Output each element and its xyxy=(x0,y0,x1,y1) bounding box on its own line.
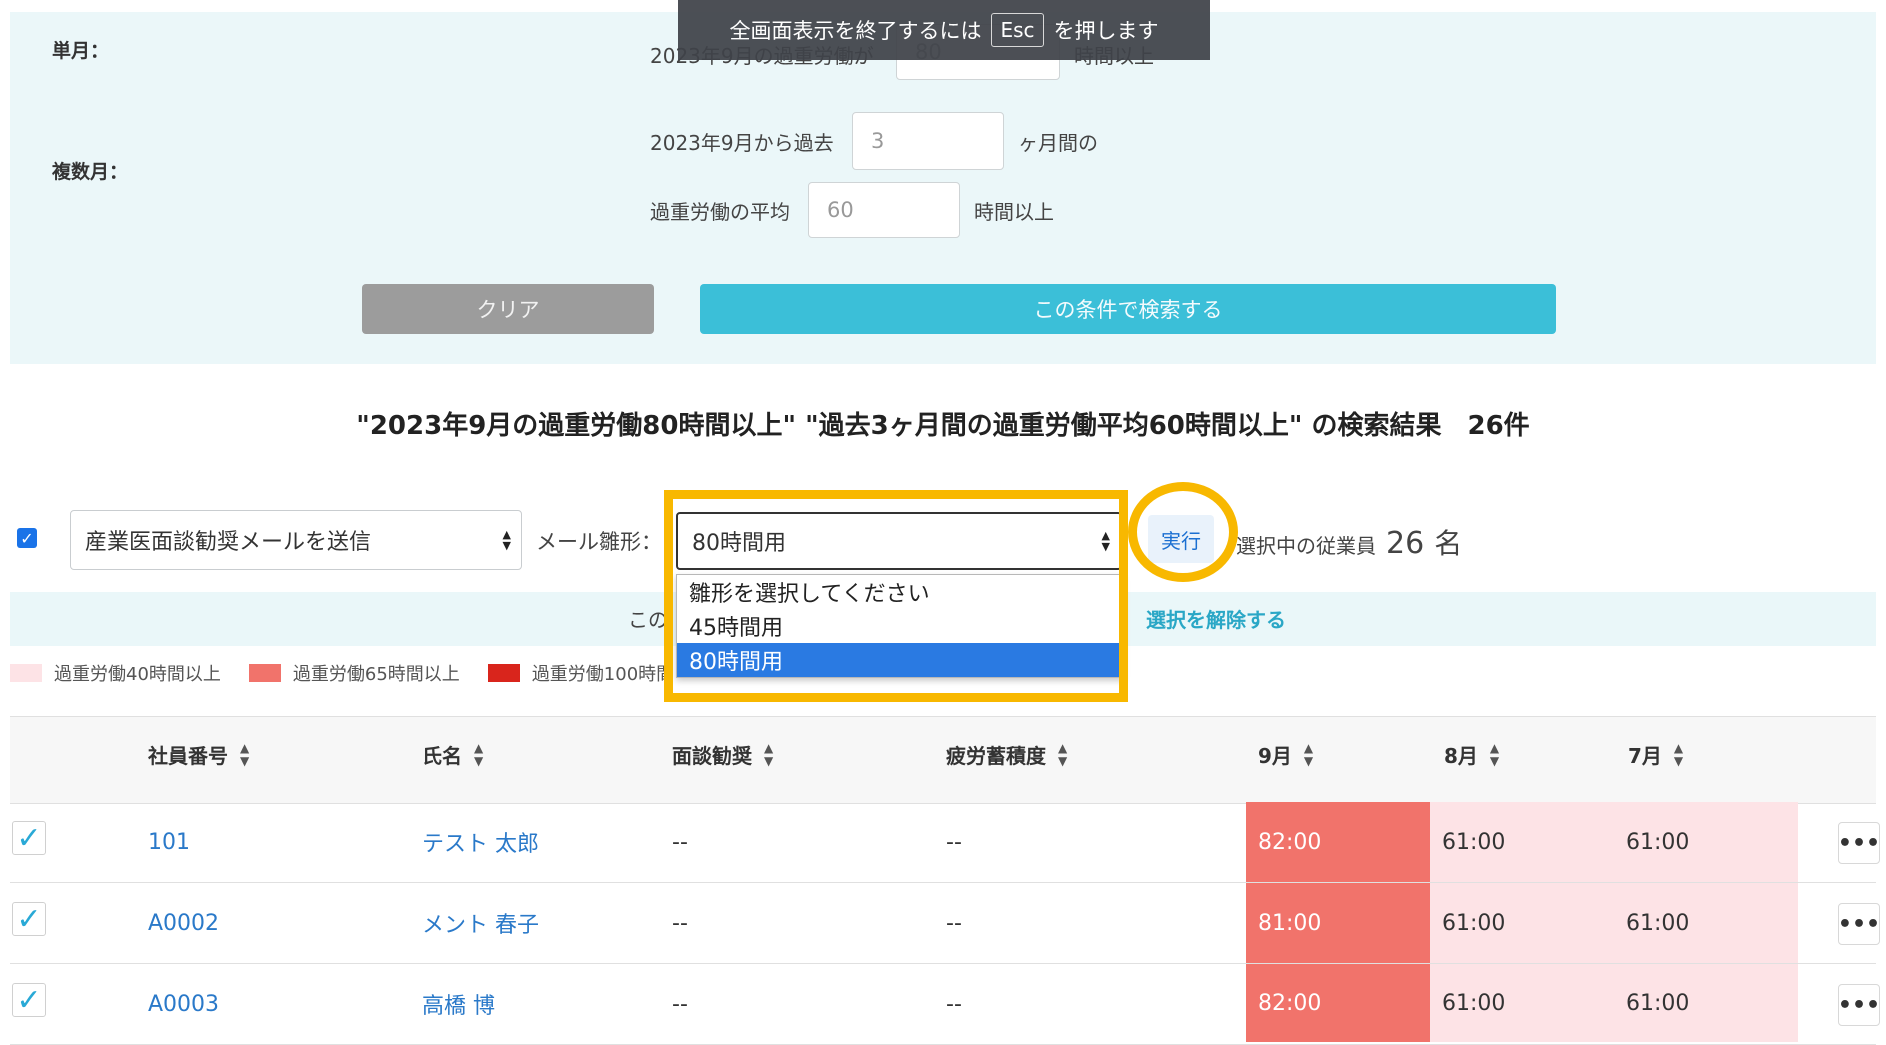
interview-cell: -- xyxy=(672,991,688,1017)
legend-label-65: 過重労働65時間以上 xyxy=(292,664,460,685)
hours-jul-cell: 61:00 xyxy=(1626,829,1690,855)
hours-aug-cell: 61:00 xyxy=(1442,829,1506,855)
single-month-label: 単月： xyxy=(52,40,110,62)
hours-jul-cell: 61:00 xyxy=(1626,910,1690,936)
th-sep-label: 9月 xyxy=(1258,744,1292,768)
search-button[interactable]: この条件で検索する xyxy=(700,284,1556,334)
fatigue-cell: -- xyxy=(946,910,962,936)
check-icon: ✓ xyxy=(16,982,42,1018)
interview-cell: -- xyxy=(672,910,688,936)
row-more-button[interactable]: ••• xyxy=(1838,822,1880,864)
th-name[interactable]: 氏名 ▲ ▼ xyxy=(422,740,483,769)
row-checkbox[interactable]: ✓ xyxy=(12,982,46,1018)
action-select-value: 産業医面談勧奨メールを送信 xyxy=(85,530,372,555)
highlight-circle xyxy=(1128,482,1238,582)
legend-item: 過重労働100時間 xyxy=(487,660,675,686)
hours-sep-cell: 82:00 xyxy=(1246,964,1430,1042)
sort-icon: ▲ ▼ xyxy=(1303,740,1314,768)
sort-icon: ▲ ▼ xyxy=(1673,740,1684,768)
selected-count: 26 xyxy=(1386,526,1425,561)
hours-aug-cell: 61:00 xyxy=(1442,990,1506,1016)
th-interview[interactable]: 面談勧奨 ▲ ▼ xyxy=(672,740,773,769)
clear-selection-link[interactable]: 選択を解除する xyxy=(1146,604,1286,633)
employee-id-link[interactable]: A0002 xyxy=(148,883,219,963)
clear-button[interactable]: クリア xyxy=(362,284,654,334)
th-sep[interactable]: 9月 ▲ ▼ xyxy=(1258,740,1313,769)
multi-avg-hours-value: 60 xyxy=(827,198,854,222)
th-interview-label: 面談勧奨 xyxy=(672,744,752,768)
employee-id-link[interactable]: A0003 xyxy=(148,964,219,1044)
th-employee-id-label: 社員番号 xyxy=(148,744,228,768)
th-name-label: 氏名 xyxy=(422,744,462,768)
hours-aug-cell: 61:00 xyxy=(1442,910,1506,936)
multi-month-label: 複数月： xyxy=(52,161,129,183)
sort-icon: ▲ ▼ xyxy=(764,740,774,768)
th-fatigue-label: 疲労蓄積度 xyxy=(946,744,1046,768)
check-icon: ✓ xyxy=(16,820,42,856)
row-checkbox[interactable]: ✓ xyxy=(12,901,46,937)
hours-jul-cell: 61:00 xyxy=(1626,990,1690,1016)
legend-label-40: 過重労働40時間以上 xyxy=(54,664,221,685)
row-more-button[interactable]: ••• xyxy=(1838,903,1880,945)
employee-name-link[interactable]: テスト 太郎 xyxy=(422,802,539,882)
table-header xyxy=(10,716,1876,804)
employee-name-link[interactable]: メント 春子 xyxy=(422,883,539,963)
legend-swatch-100 xyxy=(487,664,520,682)
th-employee-id[interactable]: 社員番号 ▲ ▼ xyxy=(148,740,249,769)
legend-swatch-65 xyxy=(248,664,281,682)
fatigue-cell: -- xyxy=(946,991,962,1017)
search-result-title: "2023年9月の過重労働80時間以上" "過去3ヶ月間の過重労働平均60時間以… xyxy=(356,411,1530,441)
multi-months-input[interactable]: 3 xyxy=(852,112,1004,170)
legend-item: 過重労働65時間以上 xyxy=(248,660,460,686)
multi-months-value: 3 xyxy=(871,129,885,153)
legend-item: 過重労働40時間以上 xyxy=(10,660,221,686)
multi-avg-suffix: 時間以上 xyxy=(974,200,1054,224)
th-jul-label: 7月 xyxy=(1628,744,1662,768)
hours-sep-cell: 81:00 xyxy=(1246,883,1430,963)
th-fatigue[interactable]: 疲労蓄積度 ▲ ▼ xyxy=(946,740,1067,769)
check-icon: ✓ xyxy=(20,528,34,548)
th-aug[interactable]: 8月 ▲ ▼ xyxy=(1444,740,1499,769)
legend-label-100: 過重労働100時間 xyxy=(531,664,675,685)
toast-suffix: を押します xyxy=(1053,19,1159,43)
multi-month-from: 2023年9月から過去 xyxy=(650,131,834,155)
esc-key-badge: Esc xyxy=(991,13,1044,47)
row-more-button[interactable]: ••• xyxy=(1838,984,1880,1026)
sort-icon: ▲ ▼ xyxy=(1489,740,1500,768)
action-select[interactable]: 産業医面談勧奨メールを送信 ▲ ▼ xyxy=(70,510,522,570)
th-aug-label: 8月 xyxy=(1444,744,1478,768)
legend-swatch-40 xyxy=(10,664,42,682)
legend: 過重労働40時間以上 過重労働65時間以上 過重労働100時間 xyxy=(10,660,674,686)
employee-name-link[interactable]: 高橋 博 xyxy=(422,964,495,1044)
selected-employees: 選択中の従業員 26 名 xyxy=(1236,522,1462,562)
th-jul[interactable]: 7月 ▲ ▼ xyxy=(1628,740,1683,769)
select-arrows-icon: ▲ ▼ xyxy=(502,528,511,552)
selection-info-prefix: この xyxy=(628,608,668,632)
sort-icon: ▲ ▼ xyxy=(474,740,484,768)
employee-id-link[interactable]: 101 xyxy=(148,802,190,882)
selected-label: 選択中の従業員 xyxy=(1236,534,1376,558)
fullscreen-exit-toast: 全画面表示を終了するには Esc を押します xyxy=(678,0,1210,60)
multi-avg-prefix: 過重労働の平均 xyxy=(650,200,790,224)
mail-template-label: メール雛形： xyxy=(536,530,662,554)
row-checkbox[interactable]: ✓ xyxy=(12,820,46,856)
select-all-checkbox[interactable]: ✓ xyxy=(17,528,37,548)
multi-avg-hours-input[interactable]: 60 xyxy=(808,182,960,238)
selected-unit: 名 xyxy=(1434,527,1463,560)
interview-cell: -- xyxy=(672,829,688,855)
hours-sep-cell: 82:00 xyxy=(1246,802,1430,882)
sort-icon: ▲ ▼ xyxy=(1058,740,1068,768)
check-icon: ✓ xyxy=(16,901,42,937)
fatigue-cell: -- xyxy=(946,829,962,855)
highlight-rectangle xyxy=(664,490,1128,702)
toast-prefix: 全画面表示を終了するには xyxy=(729,19,982,43)
sort-icon: ▲ ▼ xyxy=(240,740,250,768)
multi-months-suffix: ヶ月間の xyxy=(1018,131,1098,155)
